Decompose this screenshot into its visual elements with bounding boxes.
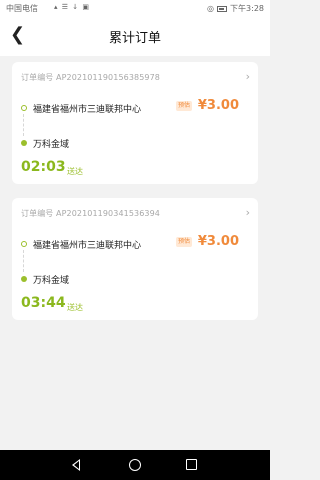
top-app-bar: ❮ 累计订单 — [0, 16, 270, 56]
destination-dot-icon — [21, 140, 27, 146]
status-time: 下午3:28 — [230, 4, 264, 13]
origin-dot-icon — [21, 241, 27, 247]
system-nav-bar — [0, 450, 270, 480]
route-line — [23, 114, 24, 136]
delivery-time: 02:03 — [21, 159, 66, 175]
chevron-right-icon[interactable]: › — [246, 70, 250, 83]
status-right: ◎ 下午3:28 — [207, 3, 264, 14]
location-icon: ◎ — [207, 4, 215, 13]
nav-back-inner — [74, 461, 79, 469]
destination-address: 万科金域 — [33, 140, 70, 150]
route-origin: 福建省福州市三迪联邦中心 预估 ¥3.00 — [21, 98, 249, 115]
estimate-tag: 预估 — [175, 237, 192, 247]
origin-address: 福建省福州市三迪联邦中心 — [33, 105, 142, 115]
delivery-label: 送达 — [67, 167, 83, 176]
order-number: 订单编号 AP202101190341536394 — [21, 209, 160, 218]
carrier-label: 中国电信 — [6, 4, 38, 13]
battery-icon — [217, 5, 228, 12]
delivery-label: 送达 — [67, 303, 83, 312]
delivery-time: 03:44 — [21, 295, 66, 311]
origin-dot-icon — [21, 105, 27, 111]
chevron-right-icon[interactable]: › — [246, 206, 250, 219]
status-bar: 中国电信 ▴ ☰ ↓ ▣ ◎ 下午3:28 — [0, 0, 270, 16]
route-line — [23, 250, 24, 272]
order-card[interactable]: 订单编号 AP202101190156385978 › 福建省福州市三迪联邦中心… — [12, 62, 258, 184]
order-price: ¥3.00 — [197, 98, 239, 113]
order-card[interactable]: 订单编号 AP202101190341536394 › 福建省福州市三迪联邦中心… — [12, 198, 258, 320]
destination-address: 万科金域 — [33, 276, 70, 286]
route-destination: 万科金域 — [21, 136, 249, 150]
nav-home-icon[interactable] — [129, 459, 141, 471]
orders-list: 订单编号 AP202101190156385978 › 福建省福州市三迪联邦中心… — [0, 56, 270, 450]
route-origin: 福建省福州市三迪联邦中心 预估 ¥3.00 — [21, 234, 249, 251]
page-title: 累计订单 — [108, 31, 161, 46]
nav-recent-apps-icon[interactable] — [186, 459, 197, 470]
route-destination: 万科金域 — [21, 272, 249, 286]
destination-dot-icon — [21, 276, 27, 282]
order-number: 订单编号 AP202101190156385978 — [21, 73, 160, 82]
order-price: ¥3.00 — [197, 234, 239, 249]
estimate-tag: 预估 — [175, 101, 192, 111]
status-icons: ▴ ☰ ↓ ▣ — [54, 3, 90, 11]
origin-address: 福建省福州市三迪联邦中心 — [33, 241, 142, 251]
